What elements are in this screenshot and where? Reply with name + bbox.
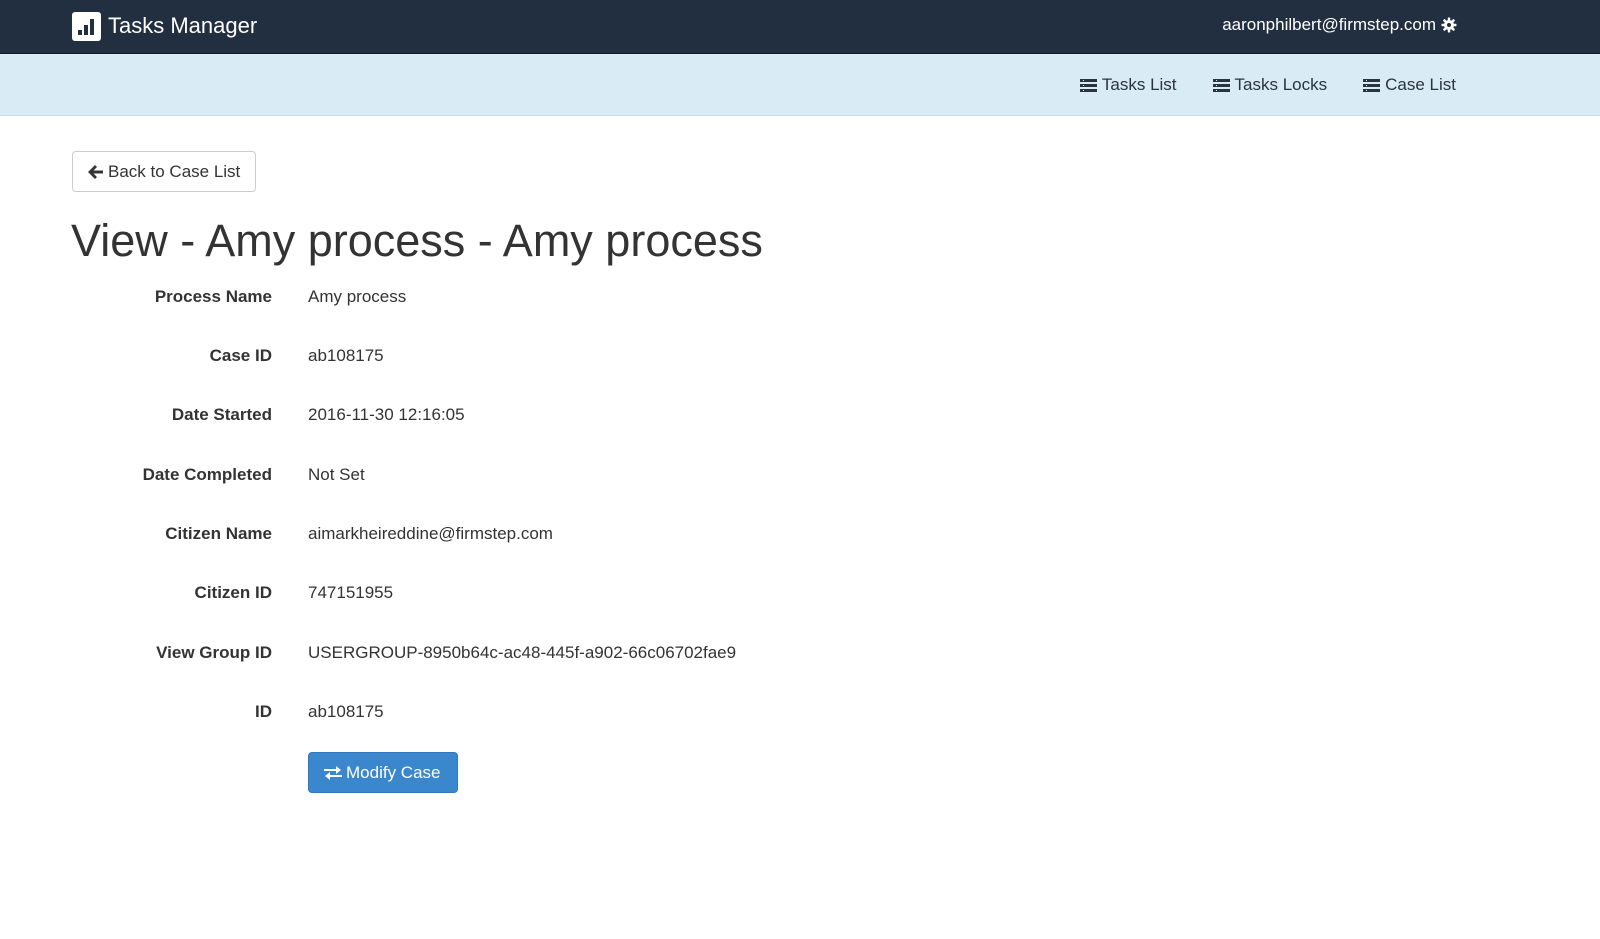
detail-label: ID [255,702,272,721]
nav-tasks-list-label: Tasks List [1101,75,1177,94]
nav-case-list-label: Case List [1385,75,1456,94]
sub-navbar: Tasks List Tasks Locks Case List [0,54,1600,116]
detail-row-id: ID ab108175 [0,700,900,724]
list-icon [1079,78,1097,92]
gear-icon [1441,17,1457,33]
list-icon [1212,78,1230,92]
back-to-case-list-button[interactable]: Back to Case List [72,151,256,192]
detail-label: Date Completed [142,465,272,484]
detail-row-date-started: Date Started 2016-11-30 12:16:05 [0,403,900,427]
nav-tasks-list[interactable]: Tasks List [1079,75,1177,95]
detail-label: Process Name [154,287,272,306]
detail-value: 2016-11-30 12:16:05 [308,405,465,424]
detail-label: Citizen ID [194,583,272,602]
detail-label: Date Started [171,405,272,424]
detail-value: aimarkheireddine@firmstep.com [308,524,553,543]
detail-value: ab108175 [308,702,384,721]
bar-chart-icon [72,11,101,41]
detail-value: 747151955 [308,583,394,602]
detail-row-date-completed: Date Completed Not Set [0,463,900,487]
arrow-left-icon [88,164,103,179]
detail-value: ab108175 [308,346,384,365]
nav-tasks-locks[interactable]: Tasks Locks [1212,75,1328,95]
detail-value: USERGROUP-8950b64c-ac48-445f-a902-66c067… [308,643,737,662]
detail-value: Amy process [308,287,407,306]
detail-row-citizen-name: Citizen Name aimarkheireddine@firmstep.c… [0,522,900,546]
nav-tasks-locks-label: Tasks Locks [1234,75,1328,94]
top-navbar: Tasks Manager aaronphilbert@firmstep.com [0,0,1600,54]
detail-label: Case ID [209,346,272,365]
nav-case-list[interactable]: Case List [1363,75,1456,95]
detail-row-citizen-id: Citizen ID 747151955 [0,581,900,605]
app-title: Tasks Manager [108,13,258,38]
page-title: View - Amy process - Amy process [71,215,763,266]
detail-value: Not Set [308,465,365,484]
back-button-label: Back to Case List [108,161,241,181]
exchange-icon [324,765,342,780]
user-email: aaronphilbert@firmstep.com [1222,15,1436,34]
detail-label: Citizen Name [165,524,272,543]
detail-label: View Group ID [156,643,272,662]
list-icon [1363,78,1381,92]
modify-case-button[interactable]: Modify Case [308,752,458,793]
detail-row-view-group-id: View Group ID USERGROUP-8950b64c-ac48-44… [0,641,900,665]
brand-link[interactable]: Tasks Manager [72,11,257,41]
detail-row-process-name: Process Name Amy process [0,285,900,309]
detail-row-case-id: Case ID ab108175 [0,344,900,368]
user-menu[interactable]: aaronphilbert@firmstep.com [1222,14,1457,36]
modify-case-label: Modify Case [346,762,441,782]
